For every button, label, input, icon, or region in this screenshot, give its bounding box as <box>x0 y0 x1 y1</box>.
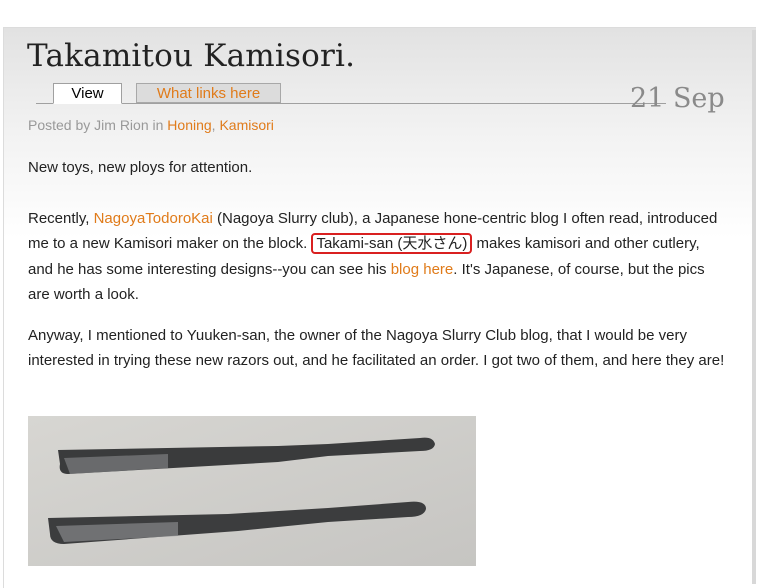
paragraph-text: Recently, <box>28 209 90 227</box>
kamisori-razors-photo <box>28 416 476 566</box>
highlighted-maker-name: Takami-san (天水さん) <box>311 233 473 254</box>
category-separator: , <box>211 117 216 133</box>
tab-divider <box>36 103 666 104</box>
razors-image-icon <box>28 416 476 566</box>
post-body: New toys, new ploys for attention. Recen… <box>28 155 728 374</box>
post-title: Takamitou Kamisori. <box>27 38 356 74</box>
card-shadow <box>752 30 756 584</box>
maker-blog-link[interactable]: blog here <box>391 261 454 278</box>
post-date: 21 Sep <box>630 83 725 114</box>
paragraph-anyway: Anyway, I mentioned to Yuuken-san, the o… <box>28 326 725 370</box>
tab-view[interactable]: View <box>53 83 122 104</box>
nagoya-todoro-kai-link[interactable]: NagoyaTodoroKai <box>94 210 213 227</box>
category-link-honing[interactable]: Honing <box>167 117 211 133</box>
paragraph-recently: Recently, NagoyaTodoroKai (Nagoya Slurry… <box>28 206 728 308</box>
posted-by-text: Posted by Jim Rion in <box>28 117 164 133</box>
paragraph-intro: New toys, new ploys for attention. <box>28 159 253 176</box>
post-meta: Posted by Jim Rion in Honing, Kamisori <box>28 117 274 133</box>
category-link-kamisori[interactable]: Kamisori <box>219 117 273 133</box>
tab-what-links-here[interactable]: What links here <box>136 83 281 103</box>
